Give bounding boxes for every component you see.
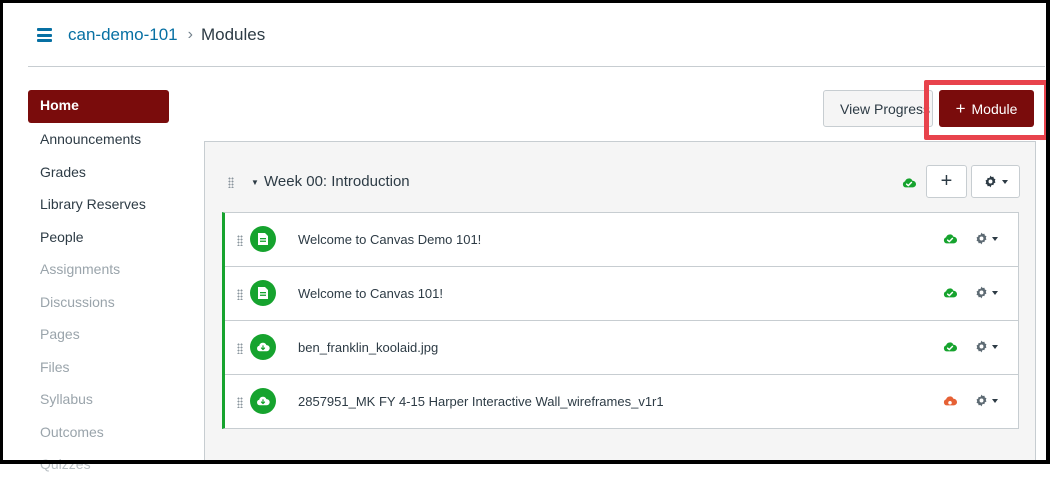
module-item[interactable]: Welcome to Canvas 101! bbox=[225, 266, 1018, 320]
module-item-title[interactable]: Welcome to Canvas 101! bbox=[298, 286, 443, 301]
download-icon bbox=[250, 388, 276, 414]
view-progress-button[interactable]: View Progress bbox=[823, 90, 933, 127]
gear-icon bbox=[976, 232, 987, 245]
nav-item-library-reserves[interactable]: Library Reserves bbox=[28, 188, 169, 221]
breadcrumb-separator: › bbox=[187, 26, 193, 43]
nav-item-assignments[interactable]: Assignments bbox=[28, 253, 169, 286]
module-item[interactable]: Welcome to Canvas Demo 101! bbox=[225, 213, 1018, 266]
nav-item-files[interactable]: Files bbox=[28, 351, 169, 384]
plus-icon: + bbox=[955, 98, 966, 118]
breadcrumb: can-demo-101 › Modules bbox=[37, 22, 265, 48]
download-icon bbox=[250, 334, 276, 360]
gear-icon bbox=[985, 175, 995, 188]
breadcrumb-current-page: Modules bbox=[200, 25, 266, 44]
nav-item-quizzes[interactable]: Quizzes bbox=[28, 448, 169, 481]
collapse-caret-icon[interactable]: ▼ bbox=[251, 178, 259, 187]
add-module-button[interactable]: + Module bbox=[939, 90, 1034, 127]
chevron-down-icon bbox=[992, 290, 998, 295]
item-settings-button[interactable] bbox=[975, 340, 998, 353]
chevron-down-icon bbox=[992, 236, 998, 241]
nav-item-syllabus[interactable]: Syllabus bbox=[28, 383, 169, 416]
header-divider bbox=[28, 66, 1045, 67]
item-settings-button[interactable] bbox=[975, 394, 998, 407]
nav-item-home[interactable]: Home bbox=[28, 90, 169, 123]
hamburger-menu-icon[interactable] bbox=[37, 28, 52, 42]
chevron-down-icon bbox=[1001, 179, 1008, 184]
module-header[interactable]: ▼ Week 00: Introduction + bbox=[205, 142, 1035, 212]
module-item-title[interactable]: ben_franklin_koolaid.jpg bbox=[298, 340, 438, 355]
add-item-button[interactable]: + bbox=[926, 165, 967, 198]
add-module-label: Module bbox=[971, 100, 1018, 117]
module-settings-button[interactable] bbox=[971, 165, 1020, 198]
module-item-title[interactable]: 2857951_MK FY 4-15 Harper Interactive Wa… bbox=[298, 394, 664, 409]
chevron-down-icon bbox=[992, 344, 998, 349]
page-icon bbox=[250, 280, 276, 306]
nav-item-outcomes[interactable]: Outcomes bbox=[28, 416, 169, 449]
plus-icon: + bbox=[940, 170, 953, 192]
gear-icon bbox=[976, 394, 987, 407]
drag-handle-icon[interactable] bbox=[237, 397, 243, 408]
published-check-icon[interactable] bbox=[902, 176, 917, 195]
gear-icon bbox=[976, 340, 987, 353]
item-settings-button[interactable] bbox=[975, 286, 998, 299]
nav-item-discussions[interactable]: Discussions bbox=[28, 286, 169, 319]
published-check-icon[interactable] bbox=[943, 232, 958, 251]
module-item[interactable]: ben_franklin_koolaid.jpg bbox=[225, 320, 1018, 374]
gear-icon bbox=[976, 286, 987, 299]
item-settings-button[interactable] bbox=[975, 232, 998, 245]
published-check-icon[interactable] bbox=[943, 286, 958, 305]
course-navigation: Home Announcements Grades Library Reserv… bbox=[28, 90, 169, 481]
nav-item-announcements[interactable]: Announcements bbox=[28, 123, 169, 156]
drag-handle-icon[interactable] bbox=[237, 235, 243, 246]
chevron-down-icon bbox=[992, 398, 998, 403]
page-icon bbox=[250, 226, 276, 252]
nav-item-grades[interactable]: Grades bbox=[28, 156, 169, 189]
module-item[interactable]: 2857951_MK FY 4-15 Harper Interactive Wa… bbox=[225, 374, 1018, 428]
nav-item-people[interactable]: People bbox=[28, 221, 169, 254]
drag-handle-icon[interactable] bbox=[228, 177, 234, 188]
drag-handle-icon[interactable] bbox=[237, 343, 243, 354]
module-items-list: Welcome to Canvas Demo 101! Welcome to C… bbox=[222, 212, 1019, 429]
module-item-title[interactable]: Welcome to Canvas Demo 101! bbox=[298, 232, 481, 247]
view-progress-label: View Progress bbox=[840, 100, 931, 117]
breadcrumb-course-link[interactable]: can-demo-101 bbox=[68, 25, 178, 45]
module-week-00: ▼ Week 00: Introduction + Welcome to Can… bbox=[204, 141, 1036, 464]
module-title: Week 00: Introduction bbox=[264, 173, 410, 190]
drag-handle-icon[interactable] bbox=[237, 289, 243, 300]
published-check-icon[interactable] bbox=[943, 340, 958, 359]
nav-item-pages[interactable]: Pages bbox=[28, 318, 169, 351]
unpublished-icon[interactable] bbox=[943, 394, 958, 413]
